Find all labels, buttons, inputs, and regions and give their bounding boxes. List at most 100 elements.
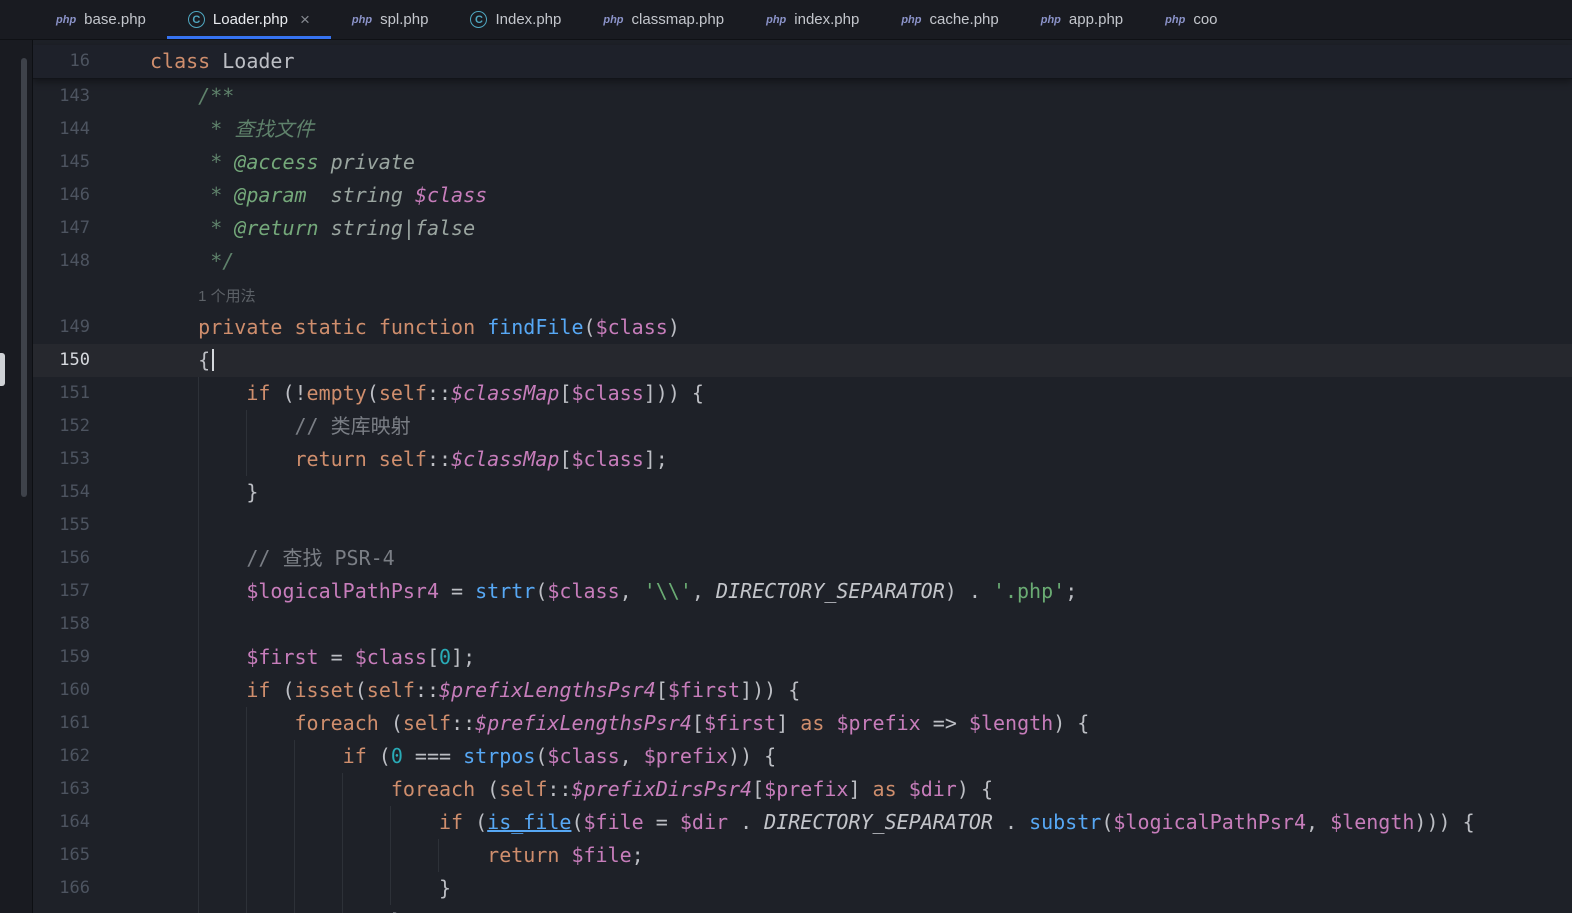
code-line-144[interactable]: 144 * 查找文件: [33, 113, 1572, 146]
line-number[interactable]: 156: [33, 542, 90, 575]
line-number[interactable]: 161: [33, 707, 90, 740]
tab-cache.php[interactable]: php cache.php: [880, 0, 1019, 39]
line-number[interactable]: 152: [33, 410, 90, 443]
code-line-16[interactable]: 16 class Loader: [33, 45, 1572, 78]
code-text: return self::$classMap[$class];: [294, 447, 668, 471]
line-number[interactable]: 153: [33, 443, 90, 476]
code-text: {: [150, 344, 215, 377]
code-line-155[interactable]: 155: [33, 509, 1572, 542]
tab-label: index.php: [794, 11, 860, 28]
left-tool-stripe: [0, 40, 33, 913]
code-line-147[interactable]: 147 * @return string|false: [33, 212, 1572, 245]
tab-Index.php[interactable]: C Index.php: [449, 0, 582, 39]
code-line-161[interactable]: 161 foreach (self::$prefixLengthsPsr4[$f…: [33, 707, 1572, 740]
code-line-153[interactable]: 153 return self::$classMap[$class];: [33, 443, 1572, 476]
gutter-gap: [90, 443, 150, 476]
line-number[interactable]: 147: [33, 212, 90, 245]
code-rows: 143 /** 144 * 查找文件 145 * @access private 14…: [33, 80, 1572, 913]
code-text: class Loader: [150, 49, 295, 73]
gutter-gap: [90, 905, 150, 913]
code-text: foreach (self::$prefixLengthsPsr4[$first…: [294, 711, 1090, 735]
code-line-151[interactable]: 151 if (!empty(self::$classMap[$class]))…: [33, 377, 1572, 410]
line-number[interactable]: 144: [33, 113, 90, 146]
tab-app.php[interactable]: php app.php: [1020, 0, 1144, 39]
tab-label: Loader.php: [212, 11, 288, 28]
code-text: if (is_file($file = $dir . DIRECTORY_SEP…: [438, 810, 1475, 834]
tab-index.php[interactable]: php index.php: [745, 0, 880, 39]
code-text: $logicalPathPsr4 = strtr($class, '\\', D…: [246, 579, 1078, 603]
code-line-150[interactable]: 150 {: [33, 344, 1572, 377]
tab-spl.php[interactable]: php spl.php: [331, 0, 450, 39]
code-line-156[interactable]: 156 // 查找 PSR-4: [33, 542, 1572, 575]
code-line-143[interactable]: 143 /**: [33, 80, 1572, 113]
gutter-gap: [90, 80, 150, 113]
code-text: private static function findFile($class): [198, 315, 680, 339]
code-text: * @access private: [150, 150, 415, 174]
code-line-163[interactable]: 163 foreach (self::$prefixDirsPsr4[$pref…: [33, 773, 1572, 806]
gutter-gap: [90, 641, 150, 674]
gutter-gap: [90, 806, 150, 839]
line-number[interactable]: [33, 278, 90, 311]
close-tab-icon[interactable]: ×: [300, 11, 310, 28]
code-line-152[interactable]: 152 // 类库映射: [33, 410, 1572, 443]
tab-Loader.php[interactable]: C Loader.php ×: [166, 0, 331, 39]
code-line-149[interactable]: 149 private static function findFile($cl…: [33, 311, 1572, 344]
line-number[interactable]: 160: [33, 674, 90, 707]
tool-window-indicator[interactable]: [0, 353, 5, 386]
code-text: }: [150, 480, 259, 504]
line-number[interactable]: 158: [33, 608, 90, 641]
code-line-166[interactable]: 166 }: [33, 872, 1572, 905]
code-text: * @param string $class: [150, 183, 488, 207]
line-number[interactable]: 145: [33, 146, 90, 179]
gutter-gap: [90, 872, 150, 905]
line-number[interactable]: 16: [33, 45, 90, 78]
stripe-scrollbar[interactable]: [21, 58, 27, 497]
code-line-148[interactable]: 148 */: [33, 245, 1572, 278]
line-number[interactable]: 165: [33, 839, 90, 872]
line-number[interactable]: 163: [33, 773, 90, 806]
usages-inlay-hint[interactable]: 1 个用法: [198, 288, 256, 305]
code-line-157[interactable]: 157 $logicalPathPsr4 = strtr($class, '\\…: [33, 575, 1572, 608]
php-file-icon: php: [1165, 13, 1186, 26]
code-line-154[interactable]: 154 }: [33, 476, 1572, 509]
code-line-160[interactable]: 160 if (isset(self::$prefixLengthsPsr4[$…: [33, 674, 1572, 707]
code-line-167[interactable]: 167 }: [33, 905, 1572, 913]
line-number[interactable]: 151: [33, 377, 90, 410]
inlay-hint-row[interactable]: 1 个用法: [33, 278, 1572, 311]
code-text: if (0 === strpos($class, $prefix)) {: [342, 744, 777, 768]
line-number[interactable]: 166: [33, 872, 90, 905]
line-number[interactable]: 154: [33, 476, 90, 509]
code-text: }: [150, 905, 403, 913]
tab-coo[interactable]: php coo: [1144, 0, 1238, 39]
php-file-icon: php: [901, 13, 922, 26]
code-line-162[interactable]: 162 if (0 === strpos($class, $prefix)) {: [33, 740, 1572, 773]
line-number[interactable]: 146: [33, 179, 90, 212]
code-line-145[interactable]: 145 * @access private: [33, 146, 1572, 179]
code-line-159[interactable]: 159 $first = $class[0];: [33, 641, 1572, 674]
gutter-gap: [90, 113, 150, 146]
code-text: // 类库映射: [294, 414, 411, 438]
php-file-icon: php: [1040, 13, 1061, 26]
php-file-icon: php: [351, 13, 373, 26]
code-line-165[interactable]: 165 return $file;: [33, 839, 1572, 872]
editor[interactable]: 16 class Loader 143 /** 144 * 查找文件 145 * @a…: [33, 40, 1572, 913]
line-number[interactable]: 167: [33, 905, 90, 913]
gutter-gap: [90, 575, 150, 608]
line-number[interactable]: 155: [33, 509, 90, 542]
php-file-icon: php: [766, 13, 787, 26]
line-number[interactable]: 159: [33, 641, 90, 674]
line-number[interactable]: 164: [33, 806, 90, 839]
code-line-146[interactable]: 146 * @param string $class: [33, 179, 1572, 212]
tab-base.php[interactable]: php base.php: [35, 0, 167, 39]
line-number[interactable]: 150: [33, 344, 90, 377]
line-number[interactable]: 143: [33, 80, 90, 113]
sticky-line[interactable]: 16 class Loader: [33, 45, 1572, 79]
gutter-gap: [90, 45, 150, 78]
line-number[interactable]: 148: [33, 245, 90, 278]
tab-classmap.php[interactable]: php classmap.php: [582, 0, 745, 39]
code-line-164[interactable]: 164 if (is_file($file = $dir . DIRECTORY…: [33, 806, 1572, 839]
line-number[interactable]: 149: [33, 311, 90, 344]
line-number[interactable]: 162: [33, 740, 90, 773]
code-line-158[interactable]: 158: [33, 608, 1572, 641]
line-number[interactable]: 157: [33, 575, 90, 608]
